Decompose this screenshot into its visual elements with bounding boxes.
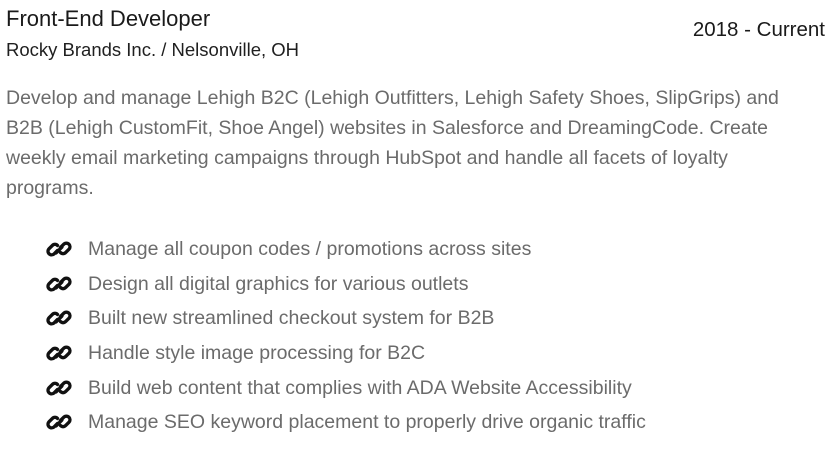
experience-entry: Front-End Developer Rocky Brands Inc. / … bbox=[0, 0, 829, 461]
list-item-text: Manage all coupon codes / promotions acr… bbox=[88, 238, 532, 261]
list-item: Manage SEO keyword placement to properly… bbox=[46, 405, 646, 440]
list-item: Built new streamlined checkout system fo… bbox=[46, 301, 646, 336]
employment-dates: 2018 - Current bbox=[692, 18, 825, 41]
responsibilities-list: Manage all coupon codes / promotions acr… bbox=[46, 232, 646, 440]
link-icon bbox=[46, 237, 72, 261]
list-item: Handle style image processing for B2C bbox=[46, 336, 646, 371]
job-summary: Develop and manage Lehigh B2C (Lehigh Ou… bbox=[6, 87, 779, 199]
list-item: Manage all coupon codes / promotions acr… bbox=[46, 232, 646, 267]
link-icon bbox=[46, 272, 72, 296]
list-item-text: Build web content that complies with ADA… bbox=[88, 376, 632, 399]
job-title: Front-End Developer bbox=[6, 6, 211, 31]
list-item: Design all digital graphics for various … bbox=[46, 267, 646, 302]
link-icon bbox=[46, 306, 72, 330]
list-item: Build web content that complies with ADA… bbox=[46, 370, 646, 405]
list-item-text: Manage SEO keyword placement to properly… bbox=[88, 411, 646, 434]
link-icon bbox=[46, 341, 72, 365]
list-item-text: Handle style image processing for B2C bbox=[88, 342, 426, 365]
list-item-text: Design all digital graphics for various … bbox=[88, 272, 469, 295]
company-location: Rocky Brands Inc. / Nelsonville, OH bbox=[6, 39, 300, 60]
link-icon bbox=[46, 410, 72, 434]
list-item-text: Built new streamlined checkout system fo… bbox=[88, 307, 495, 330]
link-icon bbox=[46, 376, 72, 400]
